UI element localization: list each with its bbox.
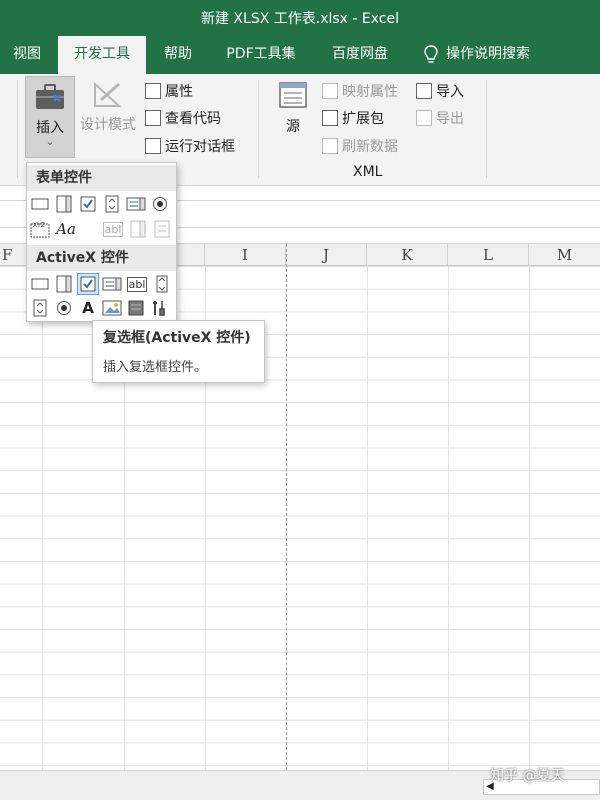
scroll-bar-icon[interactable] — [151, 273, 173, 295]
export-button[interactable]: 导出 — [416, 107, 464, 131]
activex-list-box-icon[interactable] — [101, 273, 123, 295]
toggle-button-icon[interactable] — [125, 297, 147, 319]
activex-text-box-icon[interactable]: abl — [125, 273, 149, 295]
xyz-glyph: XYZ — [33, 222, 45, 229]
insert-label: 插入 — [36, 120, 64, 136]
properties-label: 属性 — [165, 84, 193, 100]
activex-checkbox-icon[interactable] — [77, 273, 99, 295]
column-header-i[interactable]: I — [205, 244, 286, 266]
gridline — [367, 266, 368, 770]
toolbox-icon — [36, 84, 64, 109]
command-button-icon[interactable] — [29, 273, 51, 295]
checkbox-icon[interactable] — [77, 193, 99, 215]
tab-help[interactable]: 帮助 — [150, 36, 206, 74]
combo-list-icon — [127, 218, 149, 240]
ribbon-divider — [486, 80, 487, 178]
image-icon[interactable] — [101, 297, 123, 319]
properties-icon — [145, 83, 161, 99]
properties-button[interactable]: 属性 — [145, 80, 193, 104]
more-controls-icon[interactable] — [149, 297, 171, 319]
run-dialog-button[interactable]: 运行对话框 — [145, 135, 235, 159]
gridline — [42, 266, 43, 770]
gridline — [448, 266, 449, 770]
insert-controls-dropdown: 表单控件 XYZ Aa abl ActiveX 控件 abl A — [26, 162, 177, 322]
design-mode-button[interactable]: 设计模式 — [78, 76, 138, 146]
activex-spin-button-icon[interactable] — [29, 297, 51, 319]
activex-combo-box-icon[interactable] — [53, 273, 75, 295]
refresh-data-button[interactable]: 刷新数据 — [322, 135, 398, 159]
design-mode-label: 设计模式 — [80, 117, 136, 133]
tooltip-title: 复选框(ActiveX 控件) — [103, 330, 251, 346]
view-code-icon — [145, 110, 161, 126]
export-label: 导出 — [436, 111, 464, 127]
list-box-icon[interactable] — [125, 193, 147, 215]
watermark: 知乎 @夏天 — [490, 768, 565, 784]
xml-source-icon — [279, 82, 307, 108]
text-field-icon: abl — [101, 218, 125, 240]
refresh-data-icon — [322, 138, 338, 154]
ribbon-tabs: 视图 开发工具 帮助 PDF工具集 百度网盘 操作说明搜索 — [0, 36, 600, 74]
tab-view[interactable]: 视图 — [0, 36, 54, 74]
source-button[interactable]: 源 — [272, 78, 314, 148]
import-icon — [416, 83, 432, 99]
tab-developer[interactable]: 开发工具 — [58, 36, 146, 74]
view-code-button[interactable]: 查看代码 — [145, 107, 221, 131]
refresh-data-label: 刷新数据 — [342, 139, 398, 155]
form-controls-header: 表单控件 — [27, 165, 176, 191]
combo-box-icon[interactable] — [53, 193, 75, 215]
activex-label-glyph: A — [82, 299, 94, 317]
window-title: 新建 XLSX 工作表.xlsx - Excel — [200, 11, 399, 27]
column-header-l[interactable]: L — [448, 244, 529, 266]
map-properties-label: 映射属性 — [342, 84, 398, 100]
import-label: 导入 — [436, 84, 464, 100]
import-button[interactable]: 导入 — [416, 80, 464, 104]
map-properties-icon — [322, 83, 338, 99]
expansion-packs-icon — [322, 110, 338, 126]
run-dialog-icon — [145, 138, 161, 154]
run-dialog-label: 运行对话框 — [165, 139, 235, 155]
page-break-line — [286, 244, 287, 770]
worksheet-grid[interactable] — [0, 266, 600, 770]
activex-controls-header: ActiveX 控件 — [27, 245, 176, 271]
expansion-packs-label: 扩展包 — [342, 111, 384, 127]
view-code-label: 查看代码 — [165, 111, 221, 127]
label-glyph: Aa — [56, 220, 76, 238]
group-box-icon[interactable]: XYZ — [29, 218, 51, 240]
text-box-glyph: abl — [126, 276, 148, 292]
activex-label-icon[interactable]: A — [77, 297, 99, 319]
tab-pdf-tools[interactable]: PDF工具集 — [214, 36, 308, 74]
gridline — [529, 266, 530, 770]
column-header-m[interactable]: M — [529, 244, 600, 266]
expansion-packs-button[interactable]: 扩展包 — [322, 107, 384, 131]
text-field-glyph: abl — [102, 221, 124, 237]
ribbon-divider — [258, 80, 259, 178]
title-bar: 新建 XLSX 工作表.xlsx - Excel — [0, 0, 600, 36]
label-icon[interactable]: Aa — [53, 218, 79, 240]
ribbon-divider — [17, 80, 18, 178]
option-button-icon[interactable] — [149, 193, 171, 215]
export-icon — [416, 110, 432, 126]
button-icon[interactable] — [29, 193, 51, 215]
tooltip-description: 插入复选框控件。 — [103, 360, 208, 375]
map-properties-button[interactable]: 映射属性 — [322, 80, 398, 104]
source-label: 源 — [286, 119, 300, 135]
column-header-k[interactable]: K — [367, 244, 448, 266]
chevron-down-icon: ⌄ — [45, 135, 55, 148]
xml-group-label: XML — [353, 164, 383, 180]
lightbulb-icon — [424, 45, 438, 63]
column-header-j[interactable]: J — [286, 244, 367, 266]
design-mode-icon — [94, 81, 122, 107]
tell-me-search[interactable]: 操作说明搜索 — [446, 36, 556, 74]
control-tooltip: 复选框(ActiveX 控件) 插入复选框控件。 — [92, 320, 265, 383]
spin-button-icon[interactable] — [101, 193, 123, 215]
tab-baidu-netdisk[interactable]: 百度网盘 — [318, 36, 402, 74]
combo-dropdown-icon — [151, 218, 173, 240]
activex-option-button-icon[interactable] — [53, 297, 75, 319]
insert-controls-button[interactable]: 插入 ⌄ — [25, 76, 75, 158]
